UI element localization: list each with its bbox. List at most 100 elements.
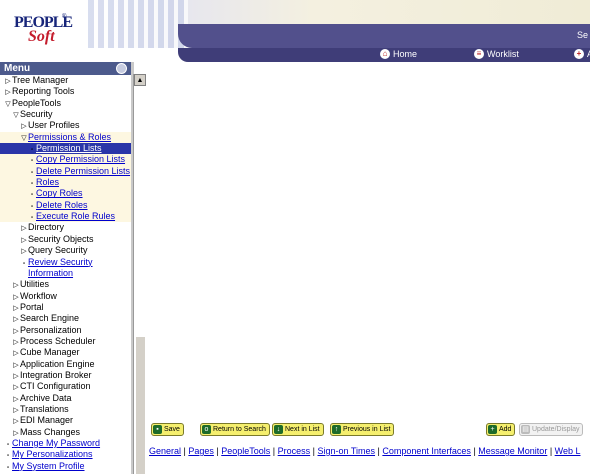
menu-item-label: Integration Broker: [20, 369, 92, 380]
menu-item[interactable]: ▷Query Security: [0, 245, 131, 256]
add-button[interactable]: + Add: [486, 423, 516, 436]
worklist-link[interactable]: ≡ Worklist: [474, 49, 519, 59]
menu-item[interactable]: ▷User Profiles: [0, 120, 131, 131]
page-link[interactable]: Component Interfaces: [382, 446, 471, 456]
scroll-track[interactable]: [134, 86, 146, 336]
logo-text-bottom: Soft: [28, 28, 55, 45]
menu-item[interactable]: - Permission Lists: [0, 143, 131, 155]
menu-item[interactable]: - Roles: [0, 177, 131, 189]
scroll-up-icon[interactable]: ▲: [134, 74, 146, 86]
menu-item[interactable]: ▷Application Engine: [0, 359, 131, 370]
menu-item[interactable]: ▷Archive Data: [0, 393, 131, 404]
menu-item[interactable]: - Delete Roles: [0, 199, 131, 212]
menu-item-label: Delete Permission Lists: [36, 165, 131, 176]
menu-item[interactable]: ▷Integration Broker: [0, 370, 131, 381]
add-label: Add: [499, 426, 512, 433]
menu-item[interactable]: ▷Security Objects: [0, 234, 131, 245]
update-display-button[interactable]: ▤ Update/Display: [519, 423, 584, 436]
menu-item[interactable]: ▽PeopleTools: [0, 98, 131, 109]
page-link[interactable]: PeopleTools: [221, 446, 270, 456]
logo-trademark: ®: [62, 14, 67, 20]
page-link[interactable]: Sign-on Times: [318, 446, 376, 456]
menu-item-label: EDI Manager: [20, 415, 74, 426]
worklist-icon: ≡: [474, 49, 484, 59]
menu-item[interactable]: ▷Utilities: [0, 279, 131, 290]
menu-item[interactable]: ▷Directory: [0, 222, 131, 233]
menu-item[interactable]: ▷Process Scheduler: [0, 336, 131, 347]
menu-item[interactable]: ▷Portal: [0, 302, 131, 313]
scroll-thumb[interactable]: [135, 336, 145, 474]
menu-item[interactable]: ▽Security: [0, 109, 131, 120]
menu-item-label: Security Objects: [28, 233, 94, 244]
menu-item-label: Utilities: [20, 279, 50, 290]
save-icon: ▪: [153, 425, 162, 434]
menu-item-label: Change My Password: [12, 438, 101, 448]
menu-item-label: PeopleTools: [12, 97, 62, 108]
menu-item-label: Process Scheduler: [20, 335, 96, 346]
menu-item[interactable]: - My System Profile: [0, 461, 131, 472]
next-arrow-icon: ↓: [274, 425, 283, 434]
menu-item[interactable]: - Delete Permission Lists: [0, 165, 131, 178]
menu-item[interactable]: ▷CTI Configuration: [0, 381, 131, 392]
page-link[interactable]: Web L: [555, 446, 581, 456]
menu-item[interactable]: ▷Reporting Tools: [0, 86, 131, 97]
addto-link[interactable]: + A: [574, 49, 590, 59]
magnifier-icon: o: [202, 425, 211, 434]
menu-item[interactable]: - Change My Password: [0, 438, 131, 449]
menu-item-label: Review Security: [28, 256, 93, 267]
menu-item[interactable]: ▷Search Engine: [0, 313, 131, 324]
menu-item[interactable]: ▷Workflow: [0, 291, 131, 302]
collapse-menu-icon[interactable]: [116, 63, 127, 74]
menu-item[interactable]: Information: [0, 268, 131, 279]
menu-item[interactable]: - Review Security: [0, 257, 131, 268]
menu-header: Menu: [0, 62, 131, 75]
page-link[interactable]: General: [149, 446, 181, 456]
previous-in-list-button[interactable]: ↑ Previous in List: [330, 423, 395, 436]
menu-item-label: Permission Lists: [36, 143, 102, 154]
menu-item-label: Reporting Tools: [12, 86, 75, 97]
menu-item[interactable]: ▽Permissions & Roles: [0, 131, 131, 144]
menu-item[interactable]: ▷Cube Manager: [0, 347, 131, 358]
home-link[interactable]: ⌂ Home: [380, 49, 417, 59]
update-display-icon: ▤: [521, 425, 530, 434]
page-link[interactable]: Pages: [188, 446, 214, 456]
menu-item[interactable]: - Execute Role Rules: [0, 211, 131, 223]
menu-item[interactable]: ▷EDI Manager: [0, 415, 131, 426]
menu-list: ▷Tree Manager ▷Reporting Tools ▽PeopleTool…: [0, 75, 131, 472]
page-link[interactable]: Message Monitor: [478, 446, 547, 456]
save-button[interactable]: ▪ Save: [151, 423, 184, 436]
menu-item-label: Directory: [28, 222, 65, 233]
worklist-label: Worklist: [487, 49, 519, 59]
menu-item-label: Information: [28, 267, 74, 278]
menu-panel: Menu ▷Tree Manager ▷Reporting Tools ▽Peopl…: [0, 62, 131, 474]
menu-item-label: Workflow: [20, 290, 57, 301]
next-in-list-button[interactable]: ↓ Next in List: [272, 423, 324, 436]
menu-item[interactable]: - My Personalizations: [0, 449, 131, 460]
menu-item-label: CTI Configuration: [20, 381, 91, 392]
menu-item-label: Archive Data: [20, 392, 72, 403]
menu-item-label: Delete Roles: [36, 199, 88, 210]
page-link[interactable]: Process: [278, 446, 311, 456]
return-to-search-button[interactable]: o Return to Search: [200, 423, 270, 436]
menu-item-label: Mass Changes: [20, 426, 81, 437]
link-separator: |: [547, 446, 555, 456]
menu-item-label: Personalization: [20, 324, 82, 335]
menu-item-label: Execute Role Rules: [36, 211, 116, 222]
menu-item-label: My System Profile: [12, 460, 85, 471]
menu-item[interactable]: ▷Tree Manager: [0, 75, 131, 86]
menu-item-label: Cube Manager: [20, 347, 80, 358]
menu-item-label: Portal: [20, 301, 44, 312]
header-bar: Se: [178, 24, 590, 48]
update-display-label: Update/Display: [532, 426, 580, 433]
menu-item[interactable]: ▷Translations: [0, 404, 131, 415]
menu-item[interactable]: - Copy Roles: [0, 188, 131, 200]
menu-item[interactable]: ▷Mass Changes: [0, 427, 131, 438]
nav-bar: ⌂ Home ≡ Worklist + A: [178, 48, 590, 62]
menu-item-label: Security: [20, 109, 53, 120]
menu-item[interactable]: - Copy Permission Lists: [0, 154, 131, 166]
menu-item[interactable]: ▷Personalization: [0, 325, 131, 336]
content-scrollbar[interactable]: ▲: [133, 74, 146, 474]
next-in-list-label: Next in List: [285, 426, 320, 433]
link-separator: |: [270, 446, 278, 456]
menu-item-label: Query Security: [28, 245, 88, 256]
